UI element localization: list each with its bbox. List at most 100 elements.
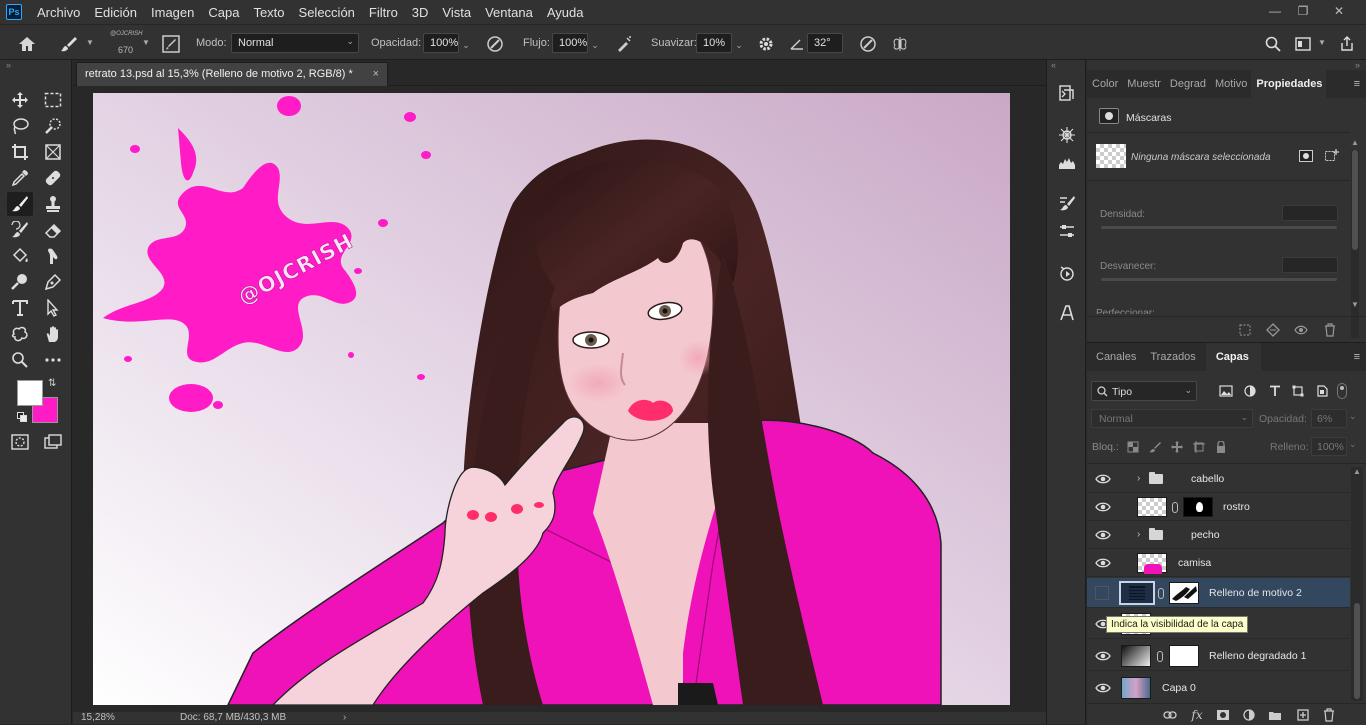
navigator-panel-icon[interactable]: [1055, 124, 1079, 146]
restore-icon[interactable]: ❐: [1286, 0, 1320, 22]
menu-texto[interactable]: Texto: [246, 5, 291, 20]
lock-pixels-icon[interactable]: [1147, 439, 1163, 455]
menu-ventana[interactable]: Ventana: [478, 5, 540, 20]
mask-visibility-eye-icon[interactable]: [1293, 322, 1309, 338]
paint-bucket-tool-icon[interactable]: [7, 244, 33, 268]
new-layer-icon[interactable]: [1295, 707, 1311, 723]
tool-preset-arrow-icon[interactable]: ▼: [86, 38, 94, 47]
panel-menu-icon[interactable]: ≡: [1354, 78, 1360, 90]
menu-edicion[interactable]: Edición: [87, 5, 144, 20]
home-icon[interactable]: [16, 33, 38, 55]
visibility-eye-icon[interactable]: [1095, 557, 1111, 569]
layer-row-relleno-degradado-1[interactable]: Relleno degradado 1: [1087, 641, 1350, 671]
pen-tool-icon[interactable]: [40, 270, 66, 294]
blend-mode-select[interactable]: Normal ⌄: [1091, 409, 1253, 428]
fill-dropdown-icon[interactable]: ⌄: [1349, 439, 1357, 450]
scroll-up-icon[interactable]: ▲: [1351, 138, 1359, 147]
apply-mask-icon[interactable]: [1265, 322, 1281, 338]
search-icon[interactable]: [1262, 33, 1284, 55]
menu-capa[interactable]: Capa: [201, 5, 246, 20]
feather-slider[interactable]: [1101, 278, 1337, 281]
zoom-tool-icon[interactable]: [7, 348, 33, 372]
layer-opacity-input[interactable]: 6%: [1311, 409, 1347, 428]
layer-row-pecho[interactable]: › pecho: [1087, 521, 1350, 549]
status-arrow-icon[interactable]: ›: [343, 712, 346, 723]
menu-archivo[interactable]: Archivo: [30, 5, 87, 20]
adjustments-panel-icon[interactable]: [1055, 220, 1079, 242]
document-tab[interactable]: retrato 13.psd al 15,3% (Relleno de moti…: [76, 62, 388, 86]
lock-position-icon[interactable]: [1169, 439, 1185, 455]
document-info[interactable]: Doc: 68,7 MB/430,3 MB: [180, 712, 286, 723]
layer-row-rostro[interactable]: rostro: [1087, 493, 1350, 521]
eyedropper-tool-icon[interactable]: [7, 166, 33, 190]
pixel-mask-button[interactable]: [1299, 150, 1313, 162]
history-brush-tool-icon[interactable]: [7, 218, 33, 242]
feather-input[interactable]: [1282, 257, 1338, 273]
smudge-tool-icon[interactable]: [40, 244, 66, 268]
quick-mask-icon[interactable]: [7, 430, 33, 454]
expand-chevron-icon[interactable]: ›: [1137, 529, 1140, 540]
visibility-eye-icon[interactable]: [1095, 473, 1111, 485]
brush-preset-picker[interactable]: @OJCRISH 670: [106, 29, 146, 57]
workspace-dropdown-icon[interactable]: ▼: [1318, 38, 1326, 47]
mask-link-icon[interactable]: [1172, 502, 1178, 513]
layer-row-capa-0[interactable]: Capa 0: [1087, 673, 1350, 703]
menu-3d[interactable]: 3D: [405, 5, 436, 20]
mask-thumbnail[interactable]: [1169, 582, 1199, 604]
collapse-panel-icon[interactable]: »: [1355, 60, 1360, 70]
pressure-size-icon[interactable]: [857, 33, 879, 55]
layers-scrollbar[interactable]: [1351, 467, 1363, 701]
tab-paths[interactable]: Trazados: [1140, 343, 1199, 371]
history-panel-icon[interactable]: [1055, 82, 1079, 104]
pattern-fill-thumbnail[interactable]: [1119, 581, 1155, 605]
glyphs-panel-icon[interactable]: [1055, 302, 1079, 324]
tab-swatches[interactable]: Muestr: [1122, 70, 1165, 98]
tab-layers[interactable]: Capas: [1205, 343, 1261, 371]
more-tools-icon[interactable]: [40, 348, 66, 372]
share-icon[interactable]: [1336, 33, 1358, 55]
adjustment-layer-icon[interactable]: [1241, 707, 1257, 723]
menu-seleccion[interactable]: Selección: [292, 5, 362, 20]
artboard[interactable]: @OJCRISH: [93, 93, 1010, 705]
crop-tool-icon[interactable]: [7, 140, 33, 164]
type-tool-icon[interactable]: [7, 296, 33, 320]
menu-filtro[interactable]: Filtro: [362, 5, 405, 20]
custom-shape-tool-icon[interactable]: [7, 322, 33, 346]
mask-thumbnail[interactable]: [1169, 645, 1199, 667]
smoothing-dropdown-icon[interactable]: ⌄: [732, 35, 746, 55]
density-input[interactable]: [1282, 205, 1338, 221]
visibility-toggle-off[interactable]: [1095, 586, 1109, 600]
lock-artboard-icon[interactable]: [1191, 439, 1207, 455]
layer-thumbnail[interactable]: [1137, 497, 1167, 517]
opacity-dropdown-icon[interactable]: ⌄: [1349, 411, 1357, 422]
layer-thumbnail[interactable]: [1137, 553, 1167, 574]
layers-panel-menu-icon[interactable]: ≡: [1354, 351, 1360, 363]
filter-smart-object-icon[interactable]: [1314, 383, 1330, 399]
filter-type-icon[interactable]: [1267, 383, 1283, 399]
properties-scrollbar[interactable]: [1351, 150, 1359, 338]
healing-brush-tool-icon[interactable]: [40, 166, 66, 190]
opacity-dropdown-icon[interactable]: ⌄: [459, 35, 473, 55]
collapse-dock-icon[interactable]: «: [1051, 60, 1056, 70]
brush-preset-arrow-icon[interactable]: ▼: [142, 38, 150, 47]
pressure-opacity-icon[interactable]: [484, 33, 506, 55]
gradient-fill-thumbnail[interactable]: [1121, 645, 1151, 667]
foreground-color-swatch-top[interactable]: [17, 380, 43, 406]
quick-select-tool-icon[interactable]: [40, 114, 66, 138]
close-icon[interactable]: ✕: [1322, 0, 1356, 22]
eraser-tool-icon[interactable]: [40, 218, 66, 242]
gear-icon[interactable]: [755, 33, 777, 55]
screen-mode-icon[interactable]: [40, 430, 66, 454]
visibility-eye-icon[interactable]: [1095, 529, 1111, 541]
move-tool-icon[interactable]: [7, 88, 33, 112]
visibility-eye-icon[interactable]: [1095, 682, 1111, 694]
histogram-panel-icon[interactable]: [1055, 152, 1079, 174]
filter-pixel-icon[interactable]: [1218, 383, 1234, 399]
new-group-folder-icon[interactable]: [1267, 707, 1283, 723]
angle-input[interactable]: 32°: [807, 33, 843, 53]
smoothing-input[interactable]: 10%: [696, 33, 732, 53]
vector-mask-button[interactable]: [1324, 148, 1340, 164]
scroll-down-icon[interactable]: ▼: [1351, 300, 1359, 309]
brush-settings-icon[interactable]: [160, 33, 182, 55]
menu-vista[interactable]: Vista: [435, 5, 478, 20]
